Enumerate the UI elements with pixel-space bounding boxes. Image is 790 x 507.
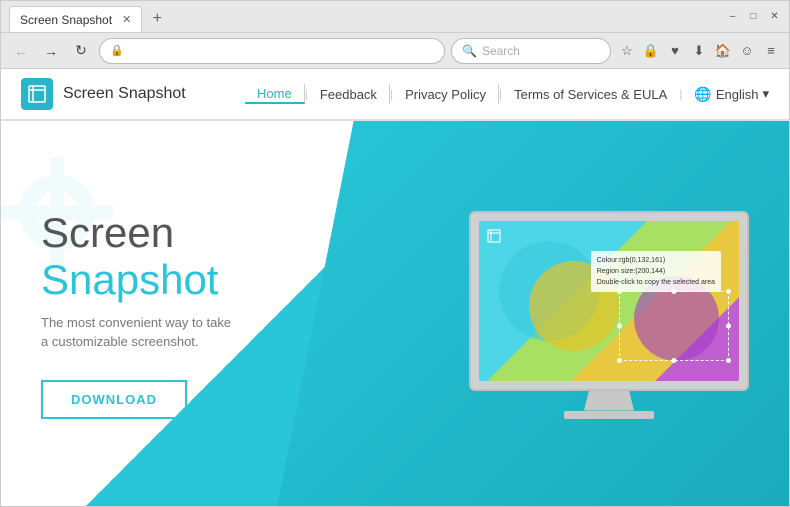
hero-title-line1: Screen: [41, 210, 231, 256]
handle-tm: [672, 289, 677, 294]
maximize-button[interactable]: □: [747, 10, 760, 23]
hero-title-line2: Snapshot: [41, 257, 231, 303]
title-bar: Screen Snapshot ✕ + – □ ✕: [1, 1, 789, 33]
nav-feedback[interactable]: Feedback: [308, 84, 390, 104]
logo-text: Screen Snapshot: [63, 85, 186, 103]
handle-tr: [726, 289, 731, 294]
nav-privacy[interactable]: Privacy Policy: [393, 84, 499, 104]
handle-br: [726, 358, 731, 363]
tab-title: Screen Snapshot: [20, 13, 112, 27]
handle-ml: [617, 323, 622, 328]
menu-icon[interactable]: ≡: [761, 41, 781, 61]
address-bar[interactable]: 🔒: [99, 38, 445, 64]
tab-area: Screen Snapshot ✕ +: [9, 1, 718, 32]
hero-subtitle: The most convenient way to take a custom…: [41, 313, 231, 352]
search-icon: 🔍: [462, 44, 477, 58]
heart-icon[interactable]: ♥: [665, 41, 685, 61]
download-icon[interactable]: ⬇: [689, 41, 709, 61]
search-placeholder: Search: [482, 44, 520, 58]
monitor-screen-outer: Colour:rgb(0,132,161) Region size:(200,1…: [469, 211, 749, 391]
refresh-button[interactable]: ↻: [69, 39, 93, 63]
toolbar-icons: ☆ 🔒 ♥ ⬇ 🏠 ☺ ≡: [617, 41, 781, 61]
forward-button[interactable]: →: [39, 39, 63, 63]
lang-label: English: [716, 87, 759, 102]
tooltip-line3: Double-click to copy the selected area: [597, 277, 715, 288]
handle-tl: [617, 289, 622, 294]
nav-home[interactable]: Home: [245, 84, 305, 104]
back-button[interactable]: ←: [9, 39, 33, 63]
tooltip-line2: Region size:(200,144): [597, 266, 715, 277]
site-logo: Screen Snapshot: [21, 78, 186, 110]
monitor-screen: Colour:rgb(0,132,161) Region size:(200,1…: [479, 221, 739, 381]
handle-mr: [726, 323, 731, 328]
download-button[interactable]: DOWNLOAD: [41, 380, 187, 419]
close-button[interactable]: ✕: [768, 10, 781, 23]
logo-icon: [21, 78, 53, 110]
monitor-illustration: Colour:rgb(0,132,161) Region size:(200,1…: [469, 211, 749, 419]
nav-terms[interactable]: Terms of Services & EULA: [502, 84, 679, 104]
smiley-icon[interactable]: ☺: [737, 41, 757, 61]
tooltip-line1: Colour:rgb(0,132,161): [597, 255, 715, 266]
monitor-stand: [584, 391, 634, 411]
bookmark-icon[interactable]: ☆: [617, 41, 637, 61]
browser-window: Screen Snapshot ✕ + – □ ✕ ← → ↻ 🔒 🔍 Sear…: [0, 0, 790, 507]
lang-arrow-icon: ▾: [762, 86, 769, 102]
monitor: Colour:rgb(0,132,161) Region size:(200,1…: [469, 211, 749, 419]
window-controls: – □ ✕: [726, 10, 781, 23]
selection-box: [619, 291, 729, 361]
minimize-button[interactable]: –: [726, 10, 739, 23]
screen-tooltip: Colour:rgb(0,132,161) Region size:(200,1…: [591, 251, 721, 293]
lock-icon: 🔒: [110, 44, 124, 57]
hero-text: Screen Snapshot The most convenient way …: [41, 210, 231, 418]
handle-bl: [617, 358, 622, 363]
search-area[interactable]: 🔍 Search: [451, 38, 611, 64]
new-tab-button[interactable]: +: [146, 8, 168, 30]
home-icon[interactable]: 🏠: [713, 41, 733, 61]
site-header: Screen Snapshot Home | Feedback | Privac…: [1, 69, 789, 121]
shield-icon[interactable]: 🔒: [641, 41, 661, 61]
globe-icon: 🌐: [694, 86, 711, 103]
page-content: Screen Snapshot Home | Feedback | Privac…: [1, 69, 789, 506]
handle-bm: [672, 358, 677, 363]
active-tab[interactable]: Screen Snapshot ✕: [9, 6, 142, 32]
site-nav: Home | Feedback | Privacy Policy | Terms…: [245, 84, 769, 104]
language-selector[interactable]: 🌐 English ▾: [682, 86, 769, 103]
monitor-base: [564, 411, 654, 419]
tab-close-btn[interactable]: ✕: [122, 13, 131, 26]
hero-section: ⌖ ⌖ Screen Snapshot The most convenient …: [1, 121, 789, 506]
nav-bar: ← → ↻ 🔒 🔍 Search ☆ 🔒 ♥ ⬇ 🏠 ☺ ≡: [1, 33, 789, 69]
screen-crop-icon: [487, 229, 501, 246]
